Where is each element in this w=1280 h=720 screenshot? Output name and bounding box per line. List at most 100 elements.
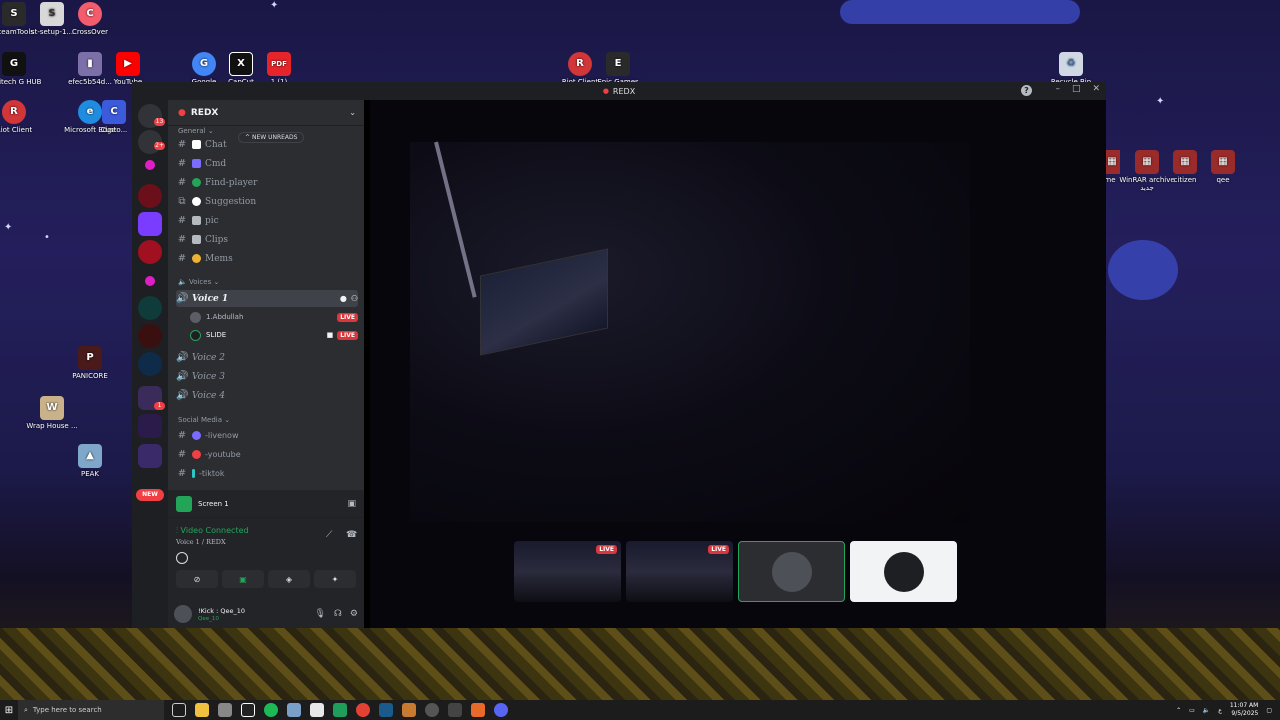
app-icon[interactable] [448, 703, 462, 717]
channel-find-player[interactable]: # Find-player [176, 174, 358, 191]
desktop-icon-peak[interactable]: ▲ PEAK [58, 444, 122, 478]
taskbar-search[interactable]: ⌕ Type here to search [18, 700, 164, 720]
hash-icon: # [177, 468, 187, 479]
channel-suggestion[interactable]: ⧉ Suggestion [176, 193, 358, 210]
activity-button[interactable]: ◈ [268, 570, 310, 588]
taskbar-apps [172, 703, 508, 717]
guild-header[interactable]: ● REDX ⌄ [168, 100, 364, 126]
settings-taskbar-icon[interactable] [425, 703, 439, 717]
channel-pic[interactable]: # pic [176, 212, 358, 229]
maximize-button[interactable]: □ [1072, 84, 1081, 94]
desktop-icon-recycle-bin[interactable]: ♻ Recycle Bin [1039, 52, 1103, 86]
spotify-icon[interactable] [264, 703, 278, 717]
stream-video[interactable] [410, 141, 970, 522]
server-icon[interactable] [145, 276, 155, 286]
minimize-button[interactable]: – [1055, 84, 1060, 94]
xbox-icon[interactable] [333, 703, 347, 717]
thumbnail-stream-2[interactable]: LIVE [626, 541, 733, 602]
gear-icon[interactable]: ⚙ [350, 609, 358, 619]
stream-stage[interactable]: LIVE LIVE [370, 100, 1106, 628]
steam-icon[interactable] [379, 703, 393, 717]
desktop-icon-qee[interactable]: ▦ qee [1191, 150, 1255, 184]
desktop-icon-custom[interactable]: C Custo... [96, 100, 132, 134]
soundboard-button[interactable]: ✦ [314, 570, 356, 588]
category-social-media[interactable]: Social Media ⌄ [178, 416, 230, 424]
desktop-icon-epic-games[interactable]: E Epic Games [586, 52, 650, 86]
volume-icon[interactable]: 🔈 [1203, 707, 1210, 714]
thumbnail-stream-1[interactable]: LIVE [514, 541, 621, 602]
voice-channel-2[interactable]: 🔊 Voice 2 [176, 349, 358, 366]
noise-icon[interactable]: ⟋ [326, 530, 332, 540]
desktop-icon-wrap-house[interactable]: W Wrap House ... [20, 396, 84, 430]
capcut-taskbar-icon[interactable] [241, 703, 255, 717]
voice-channel-4[interactable]: 🔊 Voice 4 [176, 387, 358, 404]
channel-livenow[interactable]: # -livenow [176, 427, 358, 444]
channel-clips[interactable]: # Clips [176, 231, 358, 248]
desktop-icon-crossover[interactable]: C CrossOver [58, 2, 122, 36]
notepad-icon[interactable] [310, 703, 324, 717]
chat-bubble-icon[interactable]: ● [340, 294, 347, 303]
desktop-icon-pdf[interactable]: PDF 1 (1) [247, 52, 311, 86]
channel-tiktok[interactable]: # -tiktok [176, 465, 358, 482]
category-voices[interactable]: 🔈 Voices ⌄ [178, 278, 219, 286]
microphone-icon[interactable]: 🎙 [314, 609, 325, 619]
server-icon[interactable] [138, 184, 162, 208]
thumbnail-camera[interactable] [738, 541, 845, 602]
clock[interactable]: 11:07 AM 9/5/2025 [1230, 702, 1258, 718]
channel-mems[interactable]: # Mems [176, 250, 358, 267]
winrar-icon: ▦ [1211, 150, 1235, 174]
camera-off-button[interactable]: ⊘ [176, 570, 218, 588]
disconnect-icon[interactable]: ☎ [346, 530, 357, 540]
server-icon[interactable] [138, 324, 162, 348]
add-user-icon[interactable]: ⚇ [351, 294, 358, 303]
task-view-icon[interactable] [172, 703, 186, 717]
live-badge: LIVE [337, 330, 358, 340]
headphones-icon[interactable]: ☊ [334, 609, 342, 619]
network-icon[interactable]: ▭ [1189, 707, 1195, 714]
desktop-icon-youtube[interactable]: ▶ YouTube [96, 52, 160, 86]
input-language[interactable]: ع [1218, 707, 1222, 714]
desktop-icon-label: CrossOver [71, 28, 109, 36]
hash-icon: # [177, 215, 187, 226]
channel-cmd[interactable]: # Cmd [176, 155, 358, 172]
app-icon[interactable] [471, 703, 485, 717]
server-icon[interactable] [145, 160, 155, 170]
avatar[interactable] [174, 605, 192, 623]
voice-channel-3[interactable]: 🔊 Voice 3 [176, 368, 358, 385]
desktop-icon-logitech[interactable]: G Logitech G HUB [0, 52, 46, 86]
notification-icon[interactable]: ▢ [1266, 707, 1272, 714]
security-icon[interactable] [218, 703, 232, 717]
desktop-icon-label: Wrap House ... [26, 422, 78, 430]
screen-share-button[interactable]: ▣ [222, 570, 264, 588]
voice-member[interactable]: SLIDE ■ LIVE [190, 327, 358, 343]
noise-suppression-icon[interactable] [176, 552, 188, 564]
server-icon[interactable] [138, 352, 162, 376]
close-button[interactable]: ✕ [1092, 84, 1100, 94]
new-servers-badge[interactable]: NEW [136, 489, 164, 501]
server-icon[interactable] [138, 212, 162, 236]
server-icon[interactable] [138, 296, 162, 320]
help-icon[interactable]: ? [1021, 85, 1032, 96]
windows-start-icon[interactable]: ⊞ [0, 700, 18, 720]
server-icon[interactable] [138, 444, 162, 468]
voice-channel-1[interactable]: 🔊 Voice 1 ● ⚇ [176, 290, 358, 307]
app-icon[interactable] [402, 703, 416, 717]
desktop-icon-panicore[interactable]: P PANICORE [58, 346, 122, 380]
server-icon[interactable] [138, 240, 162, 264]
app-icon[interactable] [287, 703, 301, 717]
chevron-up-icon[interactable]: ⌃ [1176, 707, 1181, 714]
discord-taskbar-icon[interactable] [494, 703, 508, 717]
desktop-icon-label: Custo... [100, 126, 128, 134]
desktop-icon-riot-client-2[interactable]: R Riot Client [0, 100, 46, 134]
server-icon[interactable] [138, 414, 162, 438]
thumbnail-avatar[interactable] [850, 541, 957, 602]
crossover-icon: C [78, 2, 102, 26]
file-explorer-icon[interactable] [195, 703, 209, 717]
stop-stream-icon[interactable]: ▣ [347, 499, 356, 509]
screen-share-row[interactable]: Screen 1 ▣ [168, 490, 364, 518]
channel-chat[interactable]: # Chat [176, 136, 358, 153]
channel-youtube[interactable]: # -youtube [176, 446, 358, 463]
chrome-taskbar-icon[interactable] [356, 703, 370, 717]
category-general[interactable]: General ⌄ [178, 127, 214, 135]
voice-member[interactable]: 1.Abdullah LIVE [190, 309, 358, 325]
